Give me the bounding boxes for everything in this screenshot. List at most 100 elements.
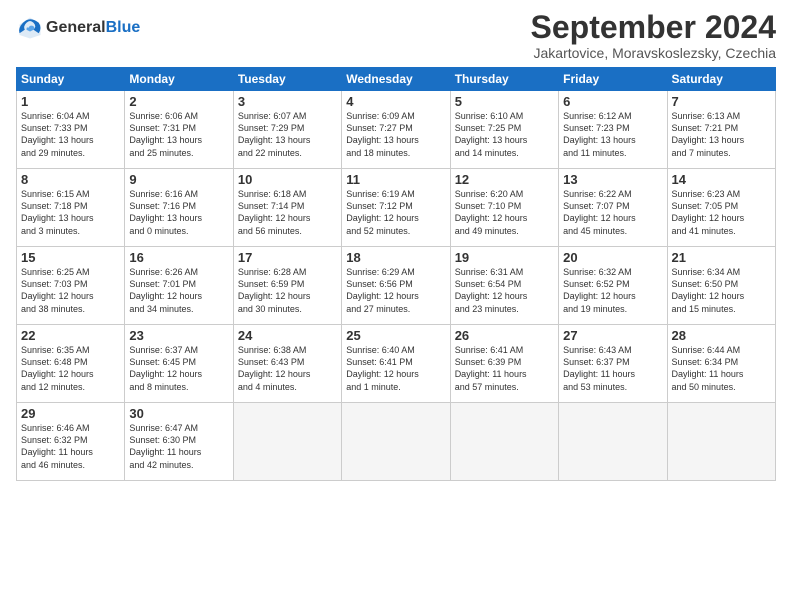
day-info: Sunrise: 6:32 AM Sunset: 6:52 PM Dayligh…	[563, 266, 662, 315]
day-info: Sunrise: 6:34 AM Sunset: 6:50 PM Dayligh…	[672, 266, 771, 315]
day-info: Sunrise: 6:41 AM Sunset: 6:39 PM Dayligh…	[455, 344, 554, 393]
table-row: 26Sunrise: 6:41 AM Sunset: 6:39 PM Dayli…	[450, 325, 558, 403]
day-number: 24	[238, 328, 337, 343]
table-row: 30Sunrise: 6:47 AM Sunset: 6:30 PM Dayli…	[125, 403, 233, 481]
day-info: Sunrise: 6:12 AM Sunset: 7:23 PM Dayligh…	[563, 110, 662, 159]
table-row: 7Sunrise: 6:13 AM Sunset: 7:21 PM Daylig…	[667, 91, 775, 169]
day-number: 6	[563, 94, 662, 109]
day-info: Sunrise: 6:09 AM Sunset: 7:27 PM Dayligh…	[346, 110, 445, 159]
table-row: 13Sunrise: 6:22 AM Sunset: 7:07 PM Dayli…	[559, 169, 667, 247]
table-row: 9Sunrise: 6:16 AM Sunset: 7:16 PM Daylig…	[125, 169, 233, 247]
day-info: Sunrise: 6:13 AM Sunset: 7:21 PM Dayligh…	[672, 110, 771, 159]
day-number: 19	[455, 250, 554, 265]
header: GeneralBlue September 2024 Jakartovice, …	[16, 10, 776, 61]
day-info: Sunrise: 6:38 AM Sunset: 6:43 PM Dayligh…	[238, 344, 337, 393]
table-row	[667, 403, 775, 481]
calendar-week-4: 29Sunrise: 6:46 AM Sunset: 6:32 PM Dayli…	[17, 403, 776, 481]
table-row: 1Sunrise: 6:04 AM Sunset: 7:33 PM Daylig…	[17, 91, 125, 169]
table-row: 27Sunrise: 6:43 AM Sunset: 6:37 PM Dayli…	[559, 325, 667, 403]
header-tuesday: Tuesday	[233, 68, 341, 91]
table-row: 29Sunrise: 6:46 AM Sunset: 6:32 PM Dayli…	[17, 403, 125, 481]
day-info: Sunrise: 6:26 AM Sunset: 7:01 PM Dayligh…	[129, 266, 228, 315]
day-number: 14	[672, 172, 771, 187]
calendar-week-2: 15Sunrise: 6:25 AM Sunset: 7:03 PM Dayli…	[17, 247, 776, 325]
table-row: 3Sunrise: 6:07 AM Sunset: 7:29 PM Daylig…	[233, 91, 341, 169]
day-info: Sunrise: 6:28 AM Sunset: 6:59 PM Dayligh…	[238, 266, 337, 315]
calendar-table: Sunday Monday Tuesday Wednesday Thursday…	[16, 67, 776, 481]
table-row	[450, 403, 558, 481]
day-number: 21	[672, 250, 771, 265]
day-info: Sunrise: 6:19 AM Sunset: 7:12 PM Dayligh…	[346, 188, 445, 237]
day-number: 13	[563, 172, 662, 187]
day-number: 29	[21, 406, 120, 421]
day-number: 22	[21, 328, 120, 343]
day-number: 30	[129, 406, 228, 421]
day-number: 5	[455, 94, 554, 109]
table-row: 19Sunrise: 6:31 AM Sunset: 6:54 PM Dayli…	[450, 247, 558, 325]
table-row: 23Sunrise: 6:37 AM Sunset: 6:45 PM Dayli…	[125, 325, 233, 403]
logo-text: GeneralBlue	[46, 19, 140, 37]
day-info: Sunrise: 6:46 AM Sunset: 6:32 PM Dayligh…	[21, 422, 120, 471]
day-number: 23	[129, 328, 228, 343]
page: GeneralBlue September 2024 Jakartovice, …	[0, 0, 792, 612]
logo: GeneralBlue	[16, 14, 140, 42]
day-number: 3	[238, 94, 337, 109]
day-info: Sunrise: 6:18 AM Sunset: 7:14 PM Dayligh…	[238, 188, 337, 237]
day-info: Sunrise: 6:29 AM Sunset: 6:56 PM Dayligh…	[346, 266, 445, 315]
day-info: Sunrise: 6:07 AM Sunset: 7:29 PM Dayligh…	[238, 110, 337, 159]
calendar-week-0: 1Sunrise: 6:04 AM Sunset: 7:33 PM Daylig…	[17, 91, 776, 169]
header-thursday: Thursday	[450, 68, 558, 91]
day-info: Sunrise: 6:22 AM Sunset: 7:07 PM Dayligh…	[563, 188, 662, 237]
day-info: Sunrise: 6:35 AM Sunset: 6:48 PM Dayligh…	[21, 344, 120, 393]
table-row: 2Sunrise: 6:06 AM Sunset: 7:31 PM Daylig…	[125, 91, 233, 169]
table-row: 4Sunrise: 6:09 AM Sunset: 7:27 PM Daylig…	[342, 91, 450, 169]
table-row: 12Sunrise: 6:20 AM Sunset: 7:10 PM Dayli…	[450, 169, 558, 247]
day-number: 18	[346, 250, 445, 265]
day-number: 8	[21, 172, 120, 187]
table-row: 10Sunrise: 6:18 AM Sunset: 7:14 PM Dayli…	[233, 169, 341, 247]
day-info: Sunrise: 6:31 AM Sunset: 6:54 PM Dayligh…	[455, 266, 554, 315]
calendar-week-1: 8Sunrise: 6:15 AM Sunset: 7:18 PM Daylig…	[17, 169, 776, 247]
day-number: 2	[129, 94, 228, 109]
day-info: Sunrise: 6:23 AM Sunset: 7:05 PM Dayligh…	[672, 188, 771, 237]
day-info: Sunrise: 6:16 AM Sunset: 7:16 PM Dayligh…	[129, 188, 228, 237]
day-info: Sunrise: 6:10 AM Sunset: 7:25 PM Dayligh…	[455, 110, 554, 159]
table-row: 20Sunrise: 6:32 AM Sunset: 6:52 PM Dayli…	[559, 247, 667, 325]
table-row	[342, 403, 450, 481]
table-row: 17Sunrise: 6:28 AM Sunset: 6:59 PM Dayli…	[233, 247, 341, 325]
table-row: 16Sunrise: 6:26 AM Sunset: 7:01 PM Dayli…	[125, 247, 233, 325]
table-row: 11Sunrise: 6:19 AM Sunset: 7:12 PM Dayli…	[342, 169, 450, 247]
day-number: 27	[563, 328, 662, 343]
day-info: Sunrise: 6:44 AM Sunset: 6:34 PM Dayligh…	[672, 344, 771, 393]
day-number: 17	[238, 250, 337, 265]
header-friday: Friday	[559, 68, 667, 91]
day-info: Sunrise: 6:43 AM Sunset: 6:37 PM Dayligh…	[563, 344, 662, 393]
day-info: Sunrise: 6:20 AM Sunset: 7:10 PM Dayligh…	[455, 188, 554, 237]
table-row	[559, 403, 667, 481]
day-number: 15	[21, 250, 120, 265]
header-monday: Monday	[125, 68, 233, 91]
header-saturday: Saturday	[667, 68, 775, 91]
day-number: 26	[455, 328, 554, 343]
day-info: Sunrise: 6:15 AM Sunset: 7:18 PM Dayligh…	[21, 188, 120, 237]
day-info: Sunrise: 6:25 AM Sunset: 7:03 PM Dayligh…	[21, 266, 120, 315]
location-title: Jakartovice, Moravskoslezsky, Czechia	[531, 45, 776, 61]
table-row: 5Sunrise: 6:10 AM Sunset: 7:25 PM Daylig…	[450, 91, 558, 169]
table-row: 24Sunrise: 6:38 AM Sunset: 6:43 PM Dayli…	[233, 325, 341, 403]
table-row	[233, 403, 341, 481]
day-number: 7	[672, 94, 771, 109]
day-info: Sunrise: 6:06 AM Sunset: 7:31 PM Dayligh…	[129, 110, 228, 159]
day-number: 12	[455, 172, 554, 187]
day-number: 10	[238, 172, 337, 187]
day-number: 11	[346, 172, 445, 187]
day-info: Sunrise: 6:47 AM Sunset: 6:30 PM Dayligh…	[129, 422, 228, 471]
day-info: Sunrise: 6:37 AM Sunset: 6:45 PM Dayligh…	[129, 344, 228, 393]
table-row: 15Sunrise: 6:25 AM Sunset: 7:03 PM Dayli…	[17, 247, 125, 325]
day-number: 4	[346, 94, 445, 109]
day-info: Sunrise: 6:40 AM Sunset: 6:41 PM Dayligh…	[346, 344, 445, 393]
weekday-header-row: Sunday Monday Tuesday Wednesday Thursday…	[17, 68, 776, 91]
day-number: 25	[346, 328, 445, 343]
table-row: 18Sunrise: 6:29 AM Sunset: 6:56 PM Dayli…	[342, 247, 450, 325]
calendar-week-3: 22Sunrise: 6:35 AM Sunset: 6:48 PM Dayli…	[17, 325, 776, 403]
day-number: 9	[129, 172, 228, 187]
